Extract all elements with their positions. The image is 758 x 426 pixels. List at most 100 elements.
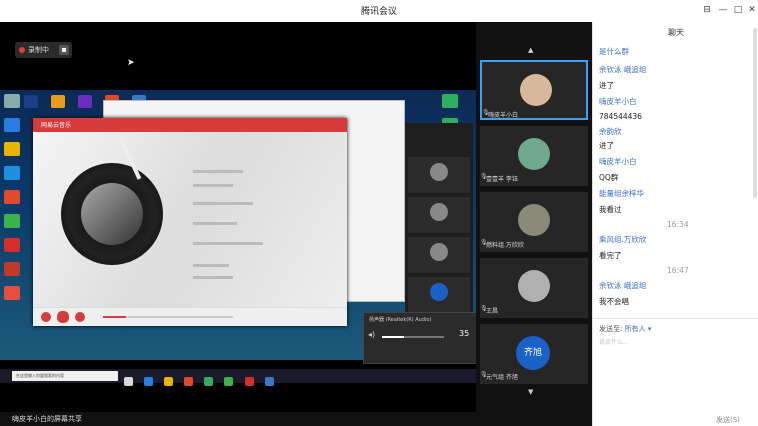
mouse-cursor-icon: ➤ — [127, 58, 135, 68]
chat-sender-name: 嗨皮羊小白 — [599, 97, 637, 106]
desktop-icon — [442, 94, 458, 108]
mini-video-tile — [408, 277, 470, 313]
volume-device-label: 扬声器 (Realtek(R) Audio) — [369, 317, 432, 323]
music-player-titlebar: 网易云音乐 — [33, 118, 347, 132]
record-dot-icon — [19, 47, 25, 53]
chat-sender-name: 能量组余梓华 — [599, 189, 644, 198]
chat-panel: 是什么群 余钦泳 峨追组 进了 嗨皮羊小白 784544436 余韵欣 进了 嗨皮羊小白 QQ群… — [592, 22, 758, 426]
desktop-icon-column — [2, 94, 24, 310]
desktop-icon — [4, 238, 20, 252]
stop-recording-button[interactable] — [59, 45, 69, 55]
lyric-line — [193, 242, 263, 245]
playback-progress[interactable] — [103, 316, 233, 318]
speaker-icon: ◂) — [368, 330, 376, 339]
desktop-icon — [78, 95, 93, 108]
send-to-selector[interactable]: 发送至: 所有人 ▾ — [599, 324, 651, 334]
participant-name: 元气组 齐旭 — [486, 374, 518, 381]
shared-screen: 录制中 ➤ 网易云音乐 扬声器 (Realtek(R) Audio) ◂) 35… — [0, 22, 476, 412]
taskbar-icon — [264, 377, 274, 386]
chat-sender-name: 余钦泳 峨追组 — [599, 65, 647, 74]
lyric-line — [193, 264, 229, 267]
video-tile[interactable]: 🎙 燃料组.万欣欣 — [480, 192, 588, 252]
taskbar-icons — [124, 371, 280, 390]
chat-input[interactable]: 说点什么... — [599, 337, 629, 346]
taskbar-icon — [164, 377, 174, 386]
video-tile[interactable]: 🎙 王昌 — [480, 258, 588, 318]
desktop-icon — [51, 95, 66, 108]
music-app-name: 网易云音乐 — [41, 122, 72, 129]
remote-taskbar: 在这里输入你要搜索的内容 — [0, 369, 476, 386]
send-to-label: 发送至: — [599, 325, 623, 333]
avatar-initials: 齐旭 — [516, 336, 550, 370]
participant-name: 嗨皮羊小白 — [488, 112, 519, 119]
chat-sender-name: 余韵欣 — [599, 127, 622, 136]
chat-message: QQ群 — [599, 173, 619, 182]
music-player-window: 网易云音乐 — [33, 118, 347, 326]
chat-divider — [593, 318, 758, 319]
taskbar-icon — [124, 377, 133, 386]
chat-timestamp: 16:47 — [667, 266, 689, 275]
desktop-icon — [4, 262, 20, 276]
avatar — [518, 138, 550, 170]
desktop-icon — [4, 94, 20, 108]
app-title: 腾讯会议 — [360, 7, 397, 17]
desktop-icon — [24, 95, 38, 108]
taskbar-search: 在这里输入你要搜索的内容 — [12, 371, 118, 381]
avatar — [518, 204, 550, 236]
volume-popup: 扬声器 (Realtek(R) Audio) ◂) 35 — [363, 312, 476, 364]
recording-indicator: 录制中 — [15, 42, 72, 58]
maximize-button[interactable]: □ — [731, 3, 745, 17]
chat-timestamp: 16:34 — [667, 220, 689, 229]
avatar — [518, 270, 550, 302]
pin-icon[interactable]: ⊟ — [700, 3, 714, 17]
title-bar: 腾讯会议 ⊟ — □ ✕ — [0, 0, 758, 23]
chat-sender-name: 嗨皮羊小白 — [599, 157, 637, 166]
taskbar-icon — [224, 377, 234, 386]
volume-slider-fill — [382, 336, 404, 338]
video-tile[interactable]: 🎙 嗨皮羊小白 — [480, 60, 588, 120]
avatar — [430, 163, 448, 181]
send-button[interactable]: 发送(S) — [716, 415, 740, 425]
chat-message: 进了 — [599, 81, 614, 90]
desktop-icon — [4, 190, 20, 204]
video-tile[interactable]: 🎙 壹壹羊 李钰 — [480, 126, 588, 186]
chat-message: 我不会唱 — [599, 297, 629, 306]
vinyl-disc-icon — [61, 163, 163, 265]
previous-button[interactable] — [41, 312, 51, 322]
playback-progress-fill — [103, 316, 127, 318]
desktop-icon — [4, 286, 20, 300]
send-to-value: 所有人 ▾ — [624, 325, 652, 333]
play-pause-button[interactable] — [57, 311, 69, 323]
lyric-line — [193, 276, 233, 279]
lyric-line — [193, 202, 253, 205]
desktop-icon — [4, 142, 20, 156]
chat-sender-name: 是什么群 — [599, 47, 629, 56]
participant-name: 王昌 — [486, 308, 499, 315]
video-tile[interactable]: 齐旭 🎙 元气组 齐旭 — [480, 324, 588, 384]
embedded-meeting-panel — [405, 123, 473, 338]
avatar — [430, 283, 448, 301]
desktop-icon — [4, 118, 20, 132]
chat-sender-name: 余钦泳 峨追组 — [599, 281, 647, 290]
scroll-up-icon[interactable]: ▲ — [528, 46, 533, 54]
participant-name: 燃料组.万欣欣 — [486, 242, 524, 249]
desktop-icon — [4, 214, 20, 228]
avatar — [520, 74, 552, 106]
taskbar-icon — [144, 377, 154, 386]
avatar — [430, 203, 448, 221]
volume-slider[interactable] — [382, 336, 444, 338]
avatar — [430, 243, 448, 261]
lyric-line — [193, 170, 243, 173]
desktop-icon — [4, 166, 20, 180]
chat-scrollbar[interactable] — [753, 28, 757, 198]
recording-label: 录制中 — [28, 46, 49, 54]
lyric-line — [193, 222, 237, 225]
next-button[interactable] — [75, 312, 85, 322]
chat-message: 784544436 — [599, 112, 642, 121]
mini-video-tile — [408, 197, 470, 233]
minimize-button[interactable]: — — [716, 3, 730, 17]
mini-video-tile — [408, 237, 470, 273]
close-button[interactable]: ✕ — [745, 3, 758, 17]
scroll-down-icon[interactable]: ▼ — [528, 388, 533, 396]
chat-title: 聊天 — [668, 28, 684, 37]
